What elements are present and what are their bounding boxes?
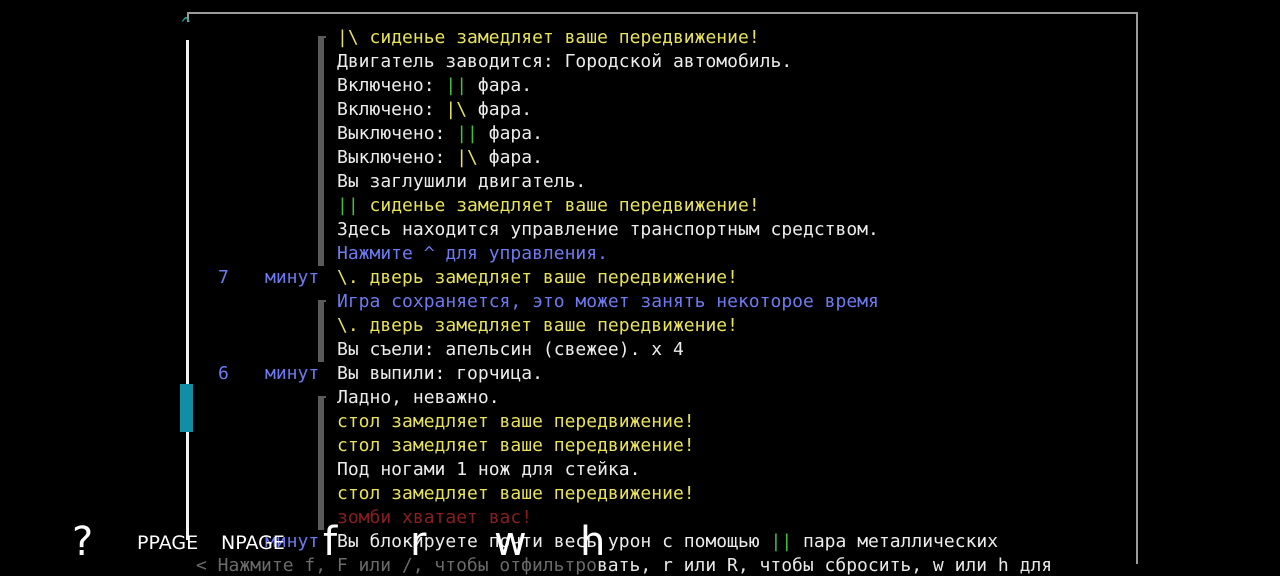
log-message: Вы съели: апельсин (свежее). x 4 bbox=[337, 338, 684, 362]
message-segment: Вы выпили: горчица. bbox=[337, 363, 543, 384]
message-segment: || bbox=[770, 531, 793, 552]
log-message: стол замедляет ваше передвижение! bbox=[337, 410, 695, 434]
log-message: \. дверь замедляет ваше передвижение! bbox=[337, 266, 738, 290]
message-group-gutter-tick bbox=[318, 300, 326, 302]
log-message: Вы выпили: горчица. bbox=[337, 362, 543, 386]
message-segment: Включено: bbox=[337, 75, 446, 96]
message-segment: Выключено: bbox=[337, 123, 457, 144]
log-message: Здесь находится управление транспортным … bbox=[337, 218, 879, 242]
log-message: Ладно, неважно. bbox=[337, 386, 500, 410]
message-segment: стол замедляет ваше передвижение! bbox=[337, 435, 695, 456]
message-segment: \. дверь замедляет ваше передвижение! bbox=[337, 267, 738, 288]
message-segment: пара металлических bbox=[792, 531, 999, 552]
frame-right bbox=[1136, 12, 1138, 564]
timestamp-unit: минут bbox=[265, 363, 320, 384]
log-message: Включено: |\ фара. bbox=[337, 98, 532, 122]
message-segment: Выключено: bbox=[337, 147, 457, 168]
timestamp-label: 7 минут bbox=[218, 266, 319, 290]
message-segment: |\ bbox=[456, 147, 478, 168]
log-message: || сиденье замедляет ваше передвижение! bbox=[337, 194, 760, 218]
frame-top bbox=[187, 12, 1138, 14]
log-message: Выключено: || фара. bbox=[337, 122, 543, 146]
page-up-key[interactable]: PPAGE bbox=[137, 530, 198, 556]
log-message: \. дверь замедляет ваше передвижение! bbox=[337, 314, 738, 338]
log-message: |\ сиденье замедляет ваше передвижение! bbox=[337, 26, 760, 50]
timestamp-number: 7 bbox=[218, 267, 229, 288]
message-segment: сиденье замедляет ваше передвижение! bbox=[358, 195, 760, 216]
message-segment: || bbox=[456, 123, 478, 144]
message-segment: || bbox=[445, 75, 468, 96]
message-group-gutter-tick bbox=[318, 396, 326, 398]
message-segment: Двигатель заводится: Городской автомобил… bbox=[337, 51, 793, 72]
message-segment: стол замедляет ваше передвижение! bbox=[337, 483, 695, 504]
message-segment: Игра сохраняется, это может занять некот… bbox=[337, 291, 879, 312]
message-segment: стол замедляет ваше передвижение! bbox=[337, 411, 695, 432]
log-message: Нажмите ^ для управления. bbox=[337, 242, 608, 266]
message-segment: Вы блокируете почти весь урон с помощью bbox=[337, 531, 771, 552]
scrollbar-thumb[interactable] bbox=[180, 384, 193, 432]
message-group-gutter bbox=[318, 36, 324, 266]
log-message: стол замедляет ваше передвижение! bbox=[337, 434, 695, 458]
log-message: Вы блокируете почти весь урон с помощью … bbox=[337, 530, 998, 554]
log-message: стол замедляет ваше передвижение! bbox=[337, 482, 695, 506]
scroll-up-caret-icon[interactable]: ^ bbox=[181, 16, 191, 32]
scrollbar-track[interactable] bbox=[186, 40, 189, 540]
message-segment: Вы заглушили двигатель. bbox=[337, 171, 587, 192]
message-segment: Нажмите ^ для управления. bbox=[337, 243, 608, 264]
message-segment: |\ bbox=[445, 99, 468, 120]
help-key[interactable]: ? bbox=[72, 522, 93, 562]
timestamp-number: 6 bbox=[218, 363, 229, 384]
timestamp-label: 6 минут bbox=[218, 362, 319, 386]
message-segment: Ладно, неважно. bbox=[337, 387, 500, 408]
message-segment: сиденье замедляет ваше передвижение! bbox=[358, 27, 760, 48]
message-segment: фара. bbox=[477, 123, 543, 144]
message-segment: Под ногами 1 нож для стейка. bbox=[337, 459, 641, 480]
hint-prefix: < Нажмите f, F или /, чтобы отфильтро bbox=[196, 555, 597, 576]
log-message: Включено: || фара. bbox=[337, 74, 532, 98]
message-segment: фара. bbox=[467, 99, 533, 120]
message-group-gutter bbox=[318, 300, 324, 362]
timestamp-unit: минут bbox=[265, 267, 320, 288]
log-message: Двигатель заводится: Городской автомобил… bbox=[337, 50, 792, 74]
message-segment: Включено: bbox=[337, 99, 446, 120]
log-message: Выключено: |\ фара. bbox=[337, 146, 543, 170]
log-message: Под ногами 1 нож для стейка. bbox=[337, 458, 640, 482]
message-segment: |\ bbox=[337, 27, 359, 48]
message-segment: фара. bbox=[477, 147, 543, 168]
message-segment: Вы съели: апельсин (свежее). x 4 bbox=[337, 339, 684, 360]
message-segment: фара. bbox=[467, 75, 533, 96]
message-segment: || bbox=[337, 195, 359, 216]
help-hint: < Нажмите f, F или /, чтобы отфильтроват… bbox=[196, 556, 1052, 576]
hint-suffix: вать, r или R, чтобы сбросить, w или h д… bbox=[596, 555, 1053, 576]
message-segment: \. дверь замедляет ваше передвижение! bbox=[337, 315, 738, 336]
page-down-key[interactable]: NPAGE bbox=[221, 530, 285, 556]
message-group-gutter-tick bbox=[318, 36, 326, 38]
message-segment: Здесь находится управление транспортным … bbox=[337, 219, 879, 240]
message-group-gutter bbox=[318, 396, 324, 530]
log-message: Вы заглушили двигатель. bbox=[337, 170, 586, 194]
log-message: Игра сохраняется, это может занять некот… bbox=[337, 290, 879, 314]
